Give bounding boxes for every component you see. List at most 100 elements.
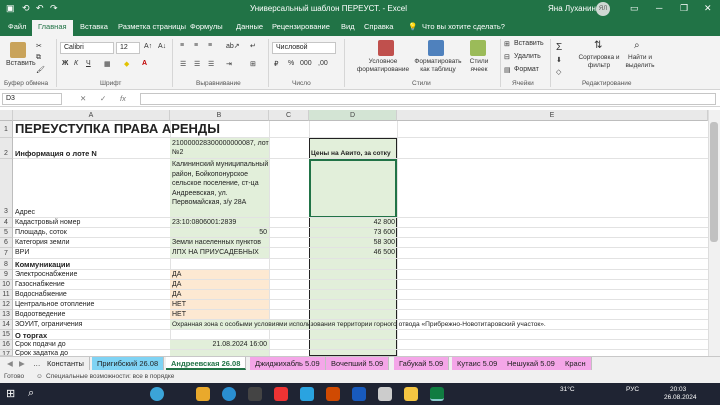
delete-cells-button[interactable]: Удалить [514,53,541,60]
scrollbar-thumb[interactable] [710,122,718,242]
cell-a14[interactable]: ЗОУИТ, ограничения [13,321,82,328]
cell-b9[interactable]: ДА [170,271,181,278]
excel-icon[interactable] [430,387,444,401]
font-name-select[interactable]: Calibri [60,42,114,54]
percent-icon[interactable]: % [288,60,294,67]
app-icon[interactable] [404,387,418,401]
format-table-button[interactable]: Форматировать как таблицу [414,58,462,74]
clock-date[interactable]: 26.08.2024 [664,394,697,401]
sort-filter-icon[interactable]: ⇅ [594,40,602,51]
clear-icon[interactable]: ◇ [556,68,561,76]
cell-a8[interactable]: Коммуникации [13,260,70,269]
tab-home[interactable]: Главная [32,20,73,36]
redo-icon[interactable]: ↷ [50,3,58,14]
cell-a7[interactable]: ВРИ [13,249,29,256]
tab-view[interactable]: Вид [341,22,355,31]
save-icon[interactable]: ▣ [6,3,15,14]
row-header[interactable]: 12 [0,300,13,310]
tell-me-search[interactable]: Что вы хотите сделать? [422,22,505,31]
cell-a10[interactable]: Газоснабжение [13,281,65,288]
format-cells-button[interactable]: Формат [514,66,539,73]
sheet-tab[interactable]: Габукай 5.09 [394,357,450,370]
column-header-c[interactable]: C [269,110,309,121]
search-icon[interactable]: ⌕ [28,387,42,401]
cell-a6[interactable]: Категория земли [13,239,70,246]
delete-cells-icon[interactable]: ⊟ [504,53,510,61]
avatar[interactable]: ЯЛ [596,2,610,16]
cancel-icon[interactable]: ✕ [80,94,86,103]
sort-filter-button[interactable]: Сортировка и фильтр [576,54,622,70]
autosum-icon[interactable]: Σ [556,42,562,53]
align-middle-icon[interactable]: ≡ [194,42,198,49]
row-header[interactable]: 7 [0,248,13,259]
cell-a11[interactable]: Водоснабжение [13,291,67,298]
undo-icon[interactable]: ↶ [36,3,44,14]
close-icon[interactable]: ✕ [704,3,712,14]
decimal-icon[interactable]: ,00 [318,60,328,67]
bold-icon[interactable]: Ж [62,60,68,67]
cell-b11[interactable]: ДА [170,291,181,298]
insert-cells-icon[interactable]: ⊞ [504,40,510,48]
powerpoint-icon[interactable] [326,387,340,401]
column-header-e[interactable]: E [397,110,708,121]
temperature[interactable]: 31°C [560,386,575,393]
fill-color-icon[interactable]: ◆ [124,60,129,68]
cell-a12[interactable]: Центральное отопление [13,301,94,308]
row-header[interactable]: 10 [0,280,13,290]
row-header[interactable]: 14 [0,320,13,330]
cell-a4[interactable]: Кадастровый номер [13,219,80,226]
sheet-tab-active[interactable]: Андреевская 26.08 [166,357,247,370]
row-header[interactable]: 2 [0,138,13,159]
row-header[interactable]: 1 [0,121,13,138]
telegram-icon[interactable] [300,387,314,401]
italic-icon[interactable]: К [74,60,78,67]
row-header[interactable]: 16 [0,340,13,350]
conditional-format-button[interactable]: Условное форматирование [352,58,414,74]
row-header[interactable]: 3 [0,159,13,218]
row-header[interactable]: 6 [0,238,13,248]
sheet-tab[interactable]: Вочепший 5.09 [326,357,390,370]
cut-icon[interactable]: ✂ [36,42,42,50]
ribbon-display-icon[interactable]: ▭ [630,3,639,14]
select-all-corner[interactable] [0,110,13,121]
format-cells-icon[interactable]: ▤ [504,66,511,74]
windows-start-icon[interactable]: ⊞ [6,387,20,401]
cell-a16[interactable]: Срок подачи до [13,341,66,348]
shrink-font-icon[interactable]: A↓ [158,43,166,50]
tab-file[interactable]: Файл [8,22,26,31]
currency-icon[interactable]: ₽ [274,60,278,68]
sheet-tab[interactable]: Кутаис 5.09 [452,357,504,370]
row-header[interactable]: 9 [0,270,13,280]
paste-icon[interactable] [10,42,26,58]
tab-insert[interactable]: Вставка [80,22,108,31]
weather-widget-icon[interactable] [150,387,164,401]
sheet-tab[interactable]: Пригибский 26.08 [92,357,165,370]
app-icon[interactable] [378,387,392,401]
cell-styles-button[interactable]: Стили ячеек [462,58,496,74]
align-top-icon[interactable]: ≡ [180,42,184,49]
cell-b2[interactable]: 210000028300000000087, лот №2 [170,139,269,157]
indent-icon[interactable]: ⇥ [226,60,232,68]
cell-a5[interactable]: Площадь, соток [13,229,67,236]
find-select-icon[interactable]: ⌕ [634,40,640,51]
cell-b12[interactable]: НЕТ [170,301,186,308]
cell-b6[interactable]: Земли населенных пунктов [170,239,261,246]
sheet-tab[interactable]: Джиджихабль 5.09 [250,357,326,370]
cell-b14[interactable]: Охранная зона с особыми условиями исполь… [170,321,546,328]
accessibility-status[interactable]: Специальные возможности: все в порядке [46,373,174,380]
file-explorer-icon[interactable] [196,387,210,401]
cell-b16[interactable]: 21.08.2024 16:00 [170,341,268,348]
merge-icon[interactable]: ⊞ [250,60,256,68]
cell-b13[interactable]: НЕТ [170,311,186,318]
store-icon[interactable] [248,387,262,401]
cell-d5[interactable]: 73 600 [309,229,395,236]
minimize-icon[interactable]: ─ [656,3,662,13]
number-format-select[interactable]: Числовой [272,42,336,54]
cell-b7[interactable]: ЛПХ НА ПРИУСАДЕБНЫХ [170,249,259,256]
column-header-b[interactable]: B [170,110,269,121]
language-indicator[interactable]: РУС [626,386,639,393]
align-right-icon[interactable]: ☰ [208,60,214,68]
tab-review[interactable]: Рецензирование [272,22,330,31]
format-painter-icon[interactable]: 🖌 [36,66,45,74]
align-bottom-icon[interactable]: ≡ [208,42,212,49]
